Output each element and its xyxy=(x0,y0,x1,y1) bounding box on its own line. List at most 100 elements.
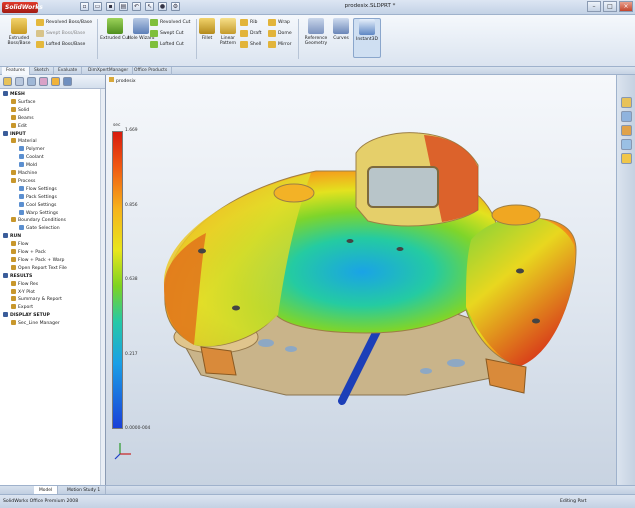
print-icon[interactable]: ▤ xyxy=(119,2,128,11)
tree-item[interactable]: Pack Settings xyxy=(19,193,57,202)
molded-part-model[interactable] xyxy=(106,75,616,485)
rebuild-icon[interactable]: ● xyxy=(158,2,167,11)
tree-item[interactable]: Warp Settings xyxy=(19,209,58,218)
tree-item-label: Material xyxy=(18,139,37,145)
plate-hole xyxy=(447,359,465,367)
property-manager-icon[interactable] xyxy=(15,77,24,86)
draft-button[interactable]: Draft xyxy=(240,29,262,38)
revolved-cut-button[interactable]: Revolved Cut xyxy=(150,18,190,27)
new-icon[interactable]: ▫ xyxy=(80,2,89,11)
revolved-boss-button[interactable]: Revolved Boss/Base xyxy=(36,18,92,27)
open-icon[interactable]: ▭ xyxy=(93,2,102,11)
fillet-button[interactable]: Fillet xyxy=(197,18,217,58)
tree-item[interactable]: DISPLAY SETUP xyxy=(3,312,50,320)
tree-item[interactable]: Process xyxy=(11,177,35,186)
wrap-button[interactable]: Wrap xyxy=(268,18,290,27)
line-manager-icon xyxy=(11,320,16,326)
undo-icon[interactable]: ↶ xyxy=(132,2,141,11)
linear-pattern-icon xyxy=(220,18,236,34)
tree-item[interactable]: INPUT xyxy=(3,130,26,139)
dimxpert-icon[interactable] xyxy=(39,77,48,86)
status-product: SolidWorks Office Premium 2008 xyxy=(3,499,79,504)
extruded-boss-button[interactable]: Extruded Boss/Base xyxy=(2,18,36,58)
linear-pattern-button[interactable]: Linear Pattern xyxy=(215,18,241,58)
plugin-tab-icon[interactable] xyxy=(63,77,72,86)
view-palette-icon[interactable] xyxy=(621,139,632,150)
tree-item[interactable]: RESULTS xyxy=(3,272,32,281)
design-library-icon[interactable] xyxy=(621,111,632,122)
tree-item[interactable]: MESH xyxy=(3,91,25,99)
screw-hole xyxy=(346,239,354,243)
tree-item[interactable]: Machine xyxy=(11,170,37,178)
flow-icon xyxy=(11,241,16,247)
tree-item[interactable]: Beams xyxy=(11,114,34,123)
maximize-button[interactable]: □ xyxy=(603,1,617,12)
tree-item-label: Coolant xyxy=(26,155,44,161)
model-tabs: Model Motion Study 1 xyxy=(0,485,635,495)
swept-boss-button[interactable]: Swept Boss/Base xyxy=(36,29,85,38)
shell-button[interactable]: Shell xyxy=(240,40,261,49)
tree-item[interactable]: Polymer xyxy=(19,146,45,154)
rib-label: Rib xyxy=(250,20,258,25)
tree-item[interactable]: Boundary Conditions xyxy=(11,217,66,225)
save-icon[interactable]: ▪ xyxy=(106,2,115,11)
tree-item-label: MESH xyxy=(10,92,25,97)
swept-cut-button[interactable]: Swept Cut xyxy=(150,29,184,38)
tree-item[interactable]: Export xyxy=(11,304,33,312)
summary-icon xyxy=(11,296,16,302)
tree-item[interactable]: Mold xyxy=(19,162,37,170)
tree-item[interactable]: Coolant xyxy=(19,154,44,162)
tree-item[interactable]: Edit xyxy=(11,122,27,131)
tree-item[interactable]: Flow + Pack + Warp xyxy=(11,256,65,265)
tree-item[interactable]: RUN xyxy=(3,233,21,241)
tab-office-products[interactable]: Office Products xyxy=(130,67,173,75)
panel-scrollbar[interactable] xyxy=(100,89,105,485)
tree-item[interactable]: Flow Res xyxy=(11,280,38,289)
tree-item[interactable]: Gate Selection xyxy=(19,225,60,233)
close-button[interactable]: × xyxy=(619,1,633,12)
feature-manager-icon[interactable] xyxy=(3,77,12,86)
rib-button[interactable]: Rib xyxy=(240,18,257,27)
lofted-cut-label: Lofted Cut xyxy=(160,42,184,47)
lofted-cut-button[interactable]: Lofted Cut xyxy=(150,40,184,49)
curves-button[interactable]: Curves xyxy=(328,18,354,58)
resources-icon[interactable] xyxy=(621,97,632,108)
tree-item[interactable]: Material xyxy=(11,138,37,146)
select-icon[interactable]: ↖ xyxy=(145,2,154,11)
lofted-boss-button[interactable]: Lofted Boss/Base xyxy=(36,40,85,49)
tab-evaluate[interactable]: Evaluate xyxy=(54,67,83,75)
tree-item[interactable]: Cool Settings xyxy=(19,201,56,210)
boss xyxy=(273,183,315,203)
tree-item-label: Flow + Pack + Warp xyxy=(18,257,65,263)
tab-dimxpert[interactable]: DimXpertManager xyxy=(84,67,134,75)
fillet-label: Fillet xyxy=(201,36,213,41)
tree-item[interactable]: Flow + Pack xyxy=(11,249,46,257)
config-manager-icon[interactable] xyxy=(27,77,36,86)
settings-icon xyxy=(19,193,24,199)
extrude-boss-icon xyxy=(11,18,27,34)
tree-item[interactable]: Flow xyxy=(11,241,29,249)
tree-item[interactable]: X-Y Plot xyxy=(11,288,35,297)
revolved-boss-icon xyxy=(36,19,44,26)
tree-item[interactable]: Flow Settings xyxy=(19,185,57,194)
graphics-area[interactable]: prodesix sec 1.669 0.856 0.638 0.217 0.0000-… xyxy=(106,75,616,485)
tab-features[interactable]: Features xyxy=(2,67,30,75)
tree-item[interactable]: Surface xyxy=(11,98,36,107)
tree-item[interactable]: Sec_Line Manager xyxy=(11,320,60,328)
appearances-icon[interactable] xyxy=(621,153,632,164)
tree-item[interactable]: Summary & Report xyxy=(11,296,62,304)
tab-sketch[interactable]: Sketch xyxy=(30,67,54,75)
settings-icon xyxy=(19,201,24,207)
plugin-icon[interactable] xyxy=(51,77,60,86)
hole-wizard-icon xyxy=(133,18,149,34)
minimize-button[interactable]: – xyxy=(587,1,601,12)
tree-item[interactable]: Solid xyxy=(11,106,29,115)
dome-button[interactable]: Dome xyxy=(268,29,292,38)
tree-item-label: Machine xyxy=(18,171,38,176)
options-icon[interactable]: ⚙ xyxy=(171,2,180,11)
file-explorer-icon[interactable] xyxy=(621,125,632,136)
tree-item[interactable]: Open Report Text File xyxy=(11,264,67,273)
instant3d-button[interactable]: Instant3D xyxy=(353,18,381,58)
solidworks-logo[interactable]: SolidWorks xyxy=(2,2,43,13)
mirror-button[interactable]: Mirror xyxy=(268,40,292,49)
